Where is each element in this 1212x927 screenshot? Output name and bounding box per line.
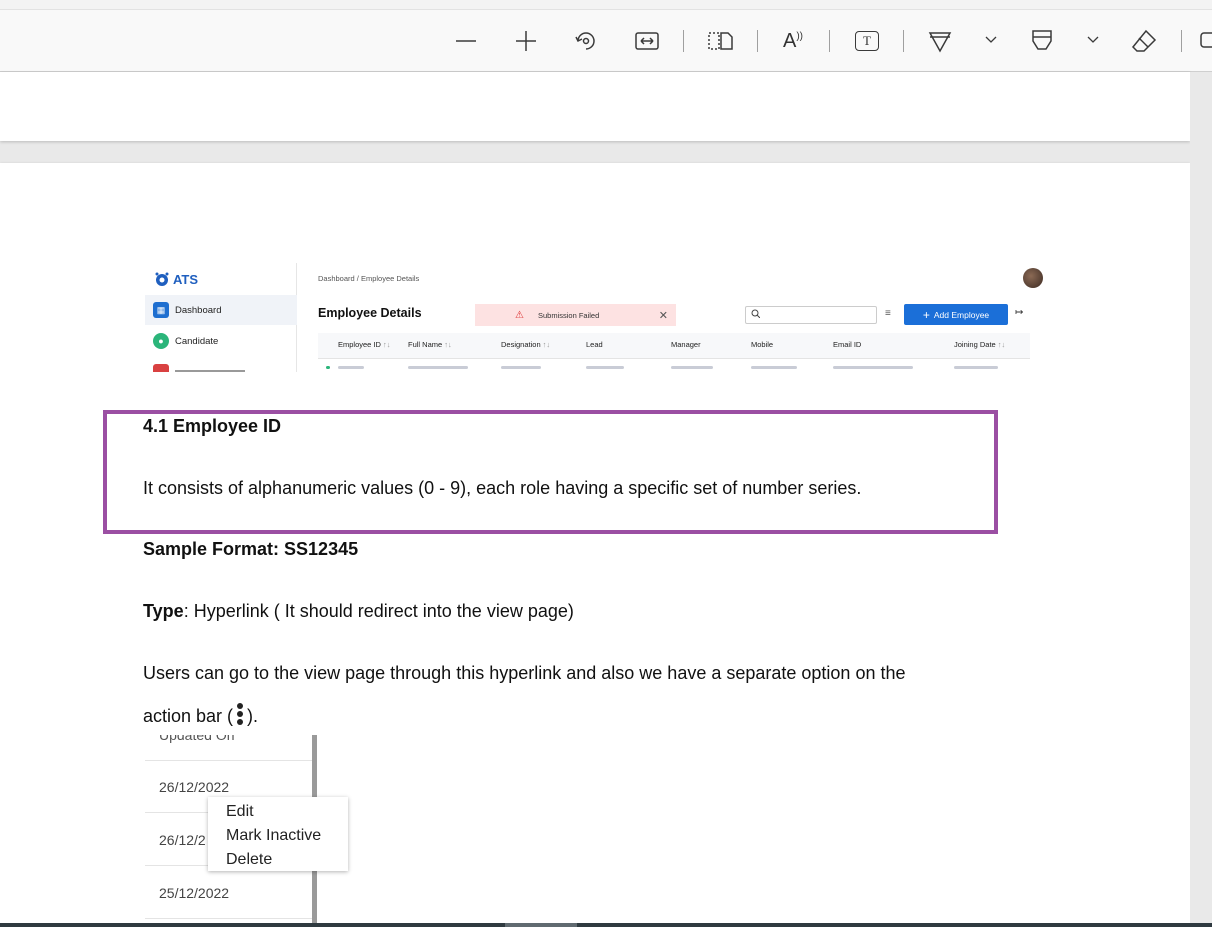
warning-icon: ⚠ <box>515 309 524 321</box>
add-employee-button[interactable]: + Add Employee <box>904 304 1008 325</box>
read-aloud-button[interactable]: A)) <box>778 26 808 56</box>
fit-width-icon <box>635 32 659 50</box>
highlight-button[interactable] <box>1027 26 1057 56</box>
row-cell <box>586 366 624 369</box>
eraser-icon <box>1131 29 1157 52</box>
toolbar-separator <box>1181 30 1182 52</box>
highlight-icon <box>1032 30 1052 50</box>
read-aloud-waves: )) <box>796 30 803 42</box>
toolbar-separator <box>903 30 904 52</box>
chevron-down-icon <box>1087 36 1099 43</box>
pdf-page-previous <box>0 72 1190 141</box>
comment-icon <box>1200 32 1212 48</box>
menu-item-mark-inactive[interactable]: Mark Inactive <box>226 824 348 848</box>
ats-nav-candidate[interactable]: ● Candidate <box>145 326 297 356</box>
erase-button[interactable] <box>1129 26 1159 56</box>
ats-table-row <box>318 360 1030 372</box>
action-bar-line: action bar (). <box>143 703 258 727</box>
highlight-options-chevron[interactable] <box>1085 32 1101 48</box>
window-top-strip <box>0 0 1212 10</box>
col-manager: Manager <box>671 340 701 349</box>
draw-options-chevron[interactable] <box>983 32 999 48</box>
rotate-icon <box>575 32 595 50</box>
draw-button[interactable] <box>925 26 955 56</box>
ats-nav-next[interactable] <box>145 357 297 372</box>
col-full-name[interactable]: Full Name ↑↓ <box>408 340 452 349</box>
menu-item-delete[interactable]: Delete <box>226 848 348 872</box>
filter-icon[interactable]: ≡ <box>885 308 891 319</box>
row-cell <box>954 366 998 369</box>
menu-item-edit[interactable]: Edit <box>226 800 348 824</box>
status-dot <box>326 366 330 369</box>
ats-sidebar: ATS ▦ Dashboard ● Candidate <box>145 263 297 372</box>
users-line: Users can go to the view page through th… <box>143 663 906 683</box>
candidate-icon: ● <box>153 333 169 349</box>
draw-icon <box>928 32 952 53</box>
type-text: : Hyperlink ( It should redirect into th… <box>183 601 574 621</box>
text-box-button[interactable]: T <box>852 26 882 56</box>
row-cell <box>408 366 468 369</box>
ats-logo: ATS <box>154 271 198 287</box>
zoom-in-button[interactable] <box>511 26 541 56</box>
page-view-icon <box>708 32 733 50</box>
plus-icon: + <box>922 307 930 322</box>
ats-search-input[interactable] <box>745 306 877 324</box>
chevron-down-icon <box>985 36 997 43</box>
row-cell <box>338 366 364 369</box>
logout-icon[interactable]: ↦ <box>1015 307 1023 318</box>
row-cell <box>671 366 713 369</box>
col-email: Email ID <box>833 340 862 349</box>
action-menu-screenshot: Updated On 26/12/2022 26/12/2 25/12/2022… <box>145 735 355 927</box>
page-view-button[interactable] <box>705 26 735 56</box>
ats-nav-dashboard[interactable]: ▦ Dashboard <box>145 295 297 325</box>
kebab-menu-icon <box>235 703 245 725</box>
close-icon[interactable]: ✕ <box>659 309 668 322</box>
ats-page-title: Employee Details <box>318 306 422 320</box>
row-cell <box>501 366 541 369</box>
ats-alert-message: Submission Failed <box>537 310 600 320</box>
action-menu: Edit Mark Inactive Delete <box>208 797 348 871</box>
ats-breadcrumb: Dashboard / Employee Details <box>318 274 420 283</box>
toolbar-separator <box>757 30 758 52</box>
fit-width-button[interactable] <box>632 26 662 56</box>
row-cell <box>751 366 797 369</box>
search-icon <box>751 309 761 319</box>
dashboard-icon: ▦ <box>153 302 169 318</box>
ats-nav-next-label <box>175 370 245 372</box>
header-cell <box>145 735 312 761</box>
type-label: Type <box>143 601 184 621</box>
text-box-icon: T <box>855 31 879 51</box>
more-tools-button[interactable] <box>1198 26 1212 56</box>
sample-format: Sample Format: SS12345 <box>143 539 359 559</box>
col-joining-date[interactable]: Joining Date ↑↓ <box>954 340 1005 349</box>
pdf-toolbar: A)) T <box>0 10 1212 72</box>
taskbar-thumb <box>505 923 577 927</box>
table-row: 25/12/2022 <box>145 867 312 919</box>
col-lead: Lead <box>586 340 603 349</box>
document-scroll-track[interactable] <box>1190 72 1212 927</box>
section-heading: 4.1 Employee ID <box>143 416 282 436</box>
avatar[interactable] <box>1023 268 1043 288</box>
taskbar-edge <box>0 923 1212 927</box>
col-mobile: Mobile <box>751 340 774 349</box>
row-cell <box>833 366 913 369</box>
ats-alert: ⚠ Submission Failed ✕ <box>475 304 676 326</box>
toolbar-separator <box>829 30 830 52</box>
employee-id-description: It consists of alphanumeric values (0 - … <box>143 478 862 498</box>
zoom-out-button[interactable] <box>451 26 481 56</box>
type-line: Type: Hyperlink ( It should redirect int… <box>143 601 574 622</box>
col-designation[interactable]: Designation ↑↓ <box>501 340 550 349</box>
rotate-button[interactable] <box>571 26 601 56</box>
minus-icon <box>456 40 476 42</box>
plus-icon <box>516 31 536 51</box>
col-employee-id[interactable]: Employee ID ↑↓ <box>338 340 390 349</box>
ats-screenshot: ATS ▦ Dashboard ● Candidate Dashboard / … <box>145 263 1045 372</box>
pdf-page: ATS ▦ Dashboard ● Candidate Dashboard / … <box>0 163 1190 927</box>
toolbar-separator <box>683 30 684 52</box>
report-icon <box>153 364 169 372</box>
ats-logo-icon <box>155 272 169 286</box>
read-aloud-icon: A <box>782 29 797 52</box>
